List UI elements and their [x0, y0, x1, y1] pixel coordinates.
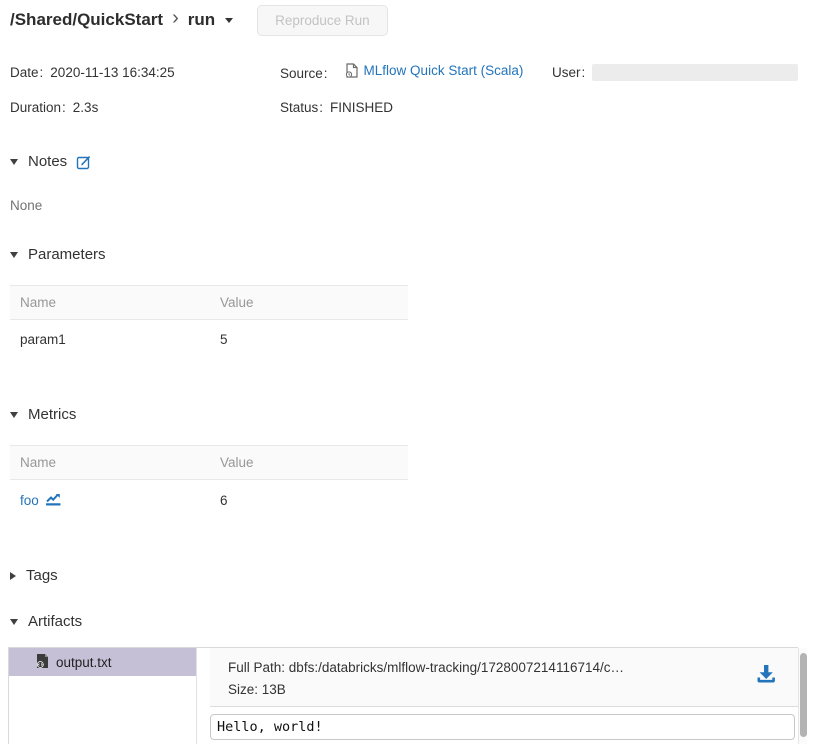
run-detail-page: /Shared/QuickStart › run Reproduce Run D…	[0, 0, 815, 744]
metric-value: 6	[210, 480, 408, 522]
notes-section-title: Notes	[28, 153, 67, 170]
source-field: Source: MLflow Quick Start (Scala)	[280, 63, 552, 81]
artifact-full-path: Full Path: dbfs:/databricks/mlflow-track…	[228, 660, 738, 676]
artifact-tree: output.txt	[9, 648, 197, 744]
artifacts-collapse-caret-icon[interactable]	[10, 619, 18, 625]
metrics-col-name: Name	[10, 446, 210, 480]
tags-section-header[interactable]: Tags	[0, 567, 815, 584]
metrics-col-value: Value	[210, 446, 408, 480]
artifact-size: Size: 13B	[228, 682, 738, 698]
table-row: param1 5	[10, 320, 408, 360]
meta-row-1: Date:2020-11-13 16:34:25 Source: MLflow …	[0, 63, 815, 81]
breadcrumb-experiment[interactable]: /Shared/QuickStart	[10, 10, 163, 30]
parameter-value: 5	[210, 320, 408, 360]
user-field: User:	[552, 64, 815, 81]
notes-section-header[interactable]: Notes	[0, 153, 815, 170]
run-dropdown-caret-icon[interactable]	[225, 18, 233, 23]
artifact-size-value: 13B	[262, 682, 286, 697]
tags-expand-caret-icon[interactable]	[10, 572, 16, 580]
metric-name: foo	[20, 493, 39, 508]
artifacts-section-title: Artifacts	[28, 613, 82, 630]
table-row: foo 6	[10, 480, 408, 522]
notebook-icon	[344, 63, 359, 78]
parameters-col-name: Name	[10, 286, 210, 320]
scrollbar-thumb[interactable]	[800, 653, 807, 737]
line-chart-icon	[45, 492, 62, 509]
parameters-collapse-caret-icon[interactable]	[10, 252, 18, 258]
parameters-section-title: Parameters	[28, 246, 106, 263]
parameters-col-value: Value	[210, 286, 408, 320]
artifact-tree-item-output-txt[interactable]: output.txt	[9, 648, 196, 676]
metrics-section-header[interactable]: Metrics	[0, 406, 815, 423]
download-icon	[754, 675, 778, 690]
user-label: User	[552, 65, 581, 80]
tags-section-title: Tags	[26, 567, 58, 584]
metrics-header-row: Name Value	[10, 446, 408, 480]
source-link[interactable]: MLflow Quick Start (Scala)	[364, 63, 524, 78]
metrics-section-title: Metrics	[28, 406, 76, 423]
parameters-header-row: Name Value	[10, 286, 408, 320]
metrics-collapse-caret-icon[interactable]	[10, 412, 18, 418]
edit-notes-icon[interactable]	[76, 154, 92, 170]
header: /Shared/QuickStart › run Reproduce Run	[0, 0, 815, 40]
duration-value: 2.3s	[73, 100, 99, 115]
artifact-full-path-value: dbfs:/databricks/mlflow-tracking/1728007…	[289, 660, 624, 675]
file-code-icon	[36, 653, 49, 672]
status-label: Status	[280, 100, 318, 115]
status-value: FINISHED	[330, 100, 393, 115]
parameter-name: param1	[10, 320, 210, 360]
artifacts-section-header[interactable]: Artifacts	[0, 613, 815, 630]
status-field: Status:FINISHED	[280, 100, 552, 115]
duration-field: Duration:2.3s	[0, 100, 280, 115]
meta-row-2: Duration:2.3s Status:FINISHED	[0, 100, 815, 115]
download-artifact-button[interactable]	[754, 662, 778, 690]
date-field: Date:2020-11-13 16:34:25	[0, 65, 280, 80]
metrics-table: Name Value foo 6	[10, 445, 408, 521]
duration-label: Duration	[10, 100, 61, 115]
date-value: 2020-11-13 16:34:25	[50, 65, 174, 80]
artifact-file-name: output.txt	[56, 655, 112, 670]
user-redacted-value	[592, 64, 798, 81]
parameters-table: Name Value param1 5	[10, 285, 408, 359]
source-label: Source	[280, 66, 323, 81]
metric-link-foo[interactable]: foo	[20, 492, 62, 509]
artifact-details-header: Full Path: dbfs:/databricks/mlflow-track…	[210, 648, 798, 707]
date-label: Date	[10, 65, 39, 80]
artifact-viewer: output.txt Full Path: dbfs:/databricks/m…	[8, 647, 798, 744]
reproduce-run-button[interactable]: Reproduce Run	[257, 5, 388, 36]
artifact-text-preview: Hello, world!	[210, 714, 795, 740]
artifact-details: Full Path: dbfs:/databricks/mlflow-track…	[210, 648, 798, 744]
notes-content: None	[0, 198, 815, 213]
notes-collapse-caret-icon[interactable]	[10, 159, 18, 165]
run-title: run	[188, 10, 215, 30]
artifact-scrollbar[interactable]	[798, 648, 807, 744]
parameters-section-header[interactable]: Parameters	[0, 246, 815, 263]
breadcrumb-separator-icon: ›	[172, 8, 179, 28]
